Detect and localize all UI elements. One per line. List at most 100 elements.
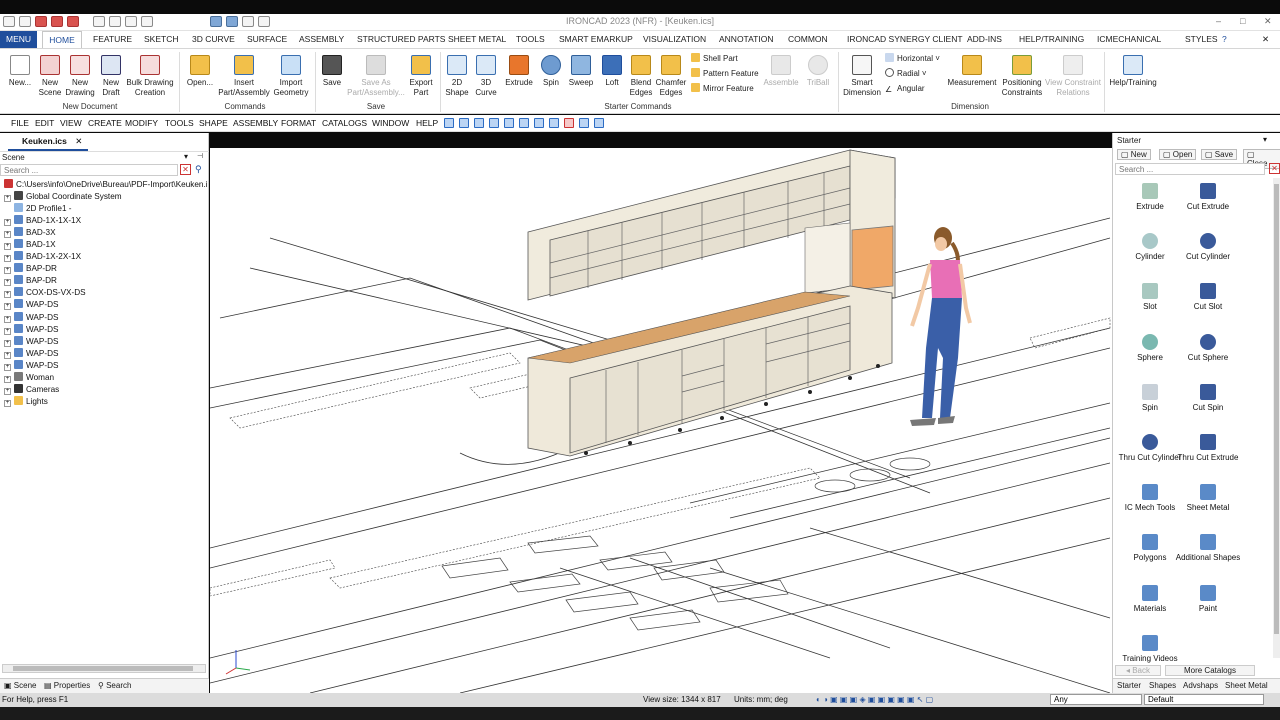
menu-modify[interactable]: MODIFY	[125, 118, 158, 128]
highlighted-panel[interactable]	[851, 225, 894, 291]
tab-add-ins[interactable]: ADD-INS	[967, 31, 1002, 48]
insert-part-assembly-button[interactable]: Insert Part/Assembly	[218, 55, 270, 97]
tab-common[interactable]: COMMON	[788, 31, 828, 48]
tab-surface[interactable]: SURFACE	[247, 31, 287, 48]
open-button[interactable]: Open...	[184, 55, 216, 88]
expand-icon[interactable]: +	[4, 363, 11, 371]
tree-item[interactable]: + COX-DS-VX-DS	[4, 287, 86, 299]
expand-icon[interactable]: +	[4, 195, 11, 202]
view-bottom-icon[interactable]	[534, 118, 544, 128]
tree-item[interactable]: + BAD-1X	[4, 239, 56, 251]
pin-icon[interactable]: ⊣	[197, 152, 203, 160]
view-left-icon[interactable]	[489, 118, 499, 128]
tree-item[interactable]: + BAP-DR	[4, 275, 57, 287]
new-drawing-button[interactable]: New Drawing	[64, 55, 96, 97]
tab-smart-emarkup[interactable]: SMART EMARKUP	[559, 31, 633, 48]
pattern-feature-button[interactable]: Pattern Feature	[691, 68, 759, 80]
woman-figure[interactable]	[910, 227, 972, 426]
tab-help-training[interactable]: HELP/TRAINING	[1019, 31, 1084, 48]
catalog-new-button[interactable]: ▢ New	[1117, 149, 1151, 160]
help-icon[interactable]: ?	[1222, 31, 1227, 48]
mirror-feature-button[interactable]: Mirror Feature	[691, 83, 754, 95]
close-tab-icon[interactable]: ✕	[75, 136, 82, 146]
tree-item[interactable]: + WAP-DS	[4, 311, 58, 324]
horizontal-scrollbar[interactable]	[2, 664, 206, 673]
angular-dimension-button[interactable]: ∠ Angular	[885, 83, 925, 95]
tab-search[interactable]: ⚲ Search	[98, 681, 131, 690]
menu-edit[interactable]: EDIT	[35, 118, 54, 128]
tab-assembly[interactable]: ASSEMBLY	[299, 31, 344, 48]
expand-icon[interactable]: +	[4, 327, 11, 335]
tree-item[interactable]: + WAP-DS	[4, 335, 58, 348]
new-button[interactable]: New...	[4, 55, 36, 88]
new-draft-button[interactable]: New Draft	[97, 55, 125, 97]
tab-sheet-metal-catalog[interactable]: Sheet Metal	[1225, 681, 1268, 690]
tab-sketch[interactable]: SKETCH	[144, 31, 178, 48]
extrude-button[interactable]: Extrude	[503, 55, 535, 88]
catalog-item[interactable]: Sheet Metal	[1173, 484, 1243, 513]
tree-item[interactable]: + Woman	[4, 371, 54, 384]
expand-icon[interactable]: +	[4, 243, 11, 251]
tree-root[interactable]: C:\Users\info\OneDrive\Bureau\PDF-Import…	[4, 179, 208, 191]
tab-3d-curve[interactable]: 3D CURVE	[192, 31, 235, 48]
menu-window[interactable]: WINDOW	[372, 118, 409, 128]
minimize-button[interactable]: –	[1216, 16, 1221, 26]
save-button[interactable]: Save	[319, 55, 345, 88]
tree-item[interactable]: + WAP-DS	[4, 299, 58, 311]
expand-icon[interactable]: +	[4, 279, 11, 287]
view-right-icon[interactable]	[504, 118, 514, 128]
view-back-icon[interactable]	[474, 118, 484, 128]
import-geometry-button[interactable]: Import Geometry	[270, 55, 312, 97]
menu-tools[interactable]: TOOLS	[165, 118, 194, 128]
tab-shapes[interactable]: Shapes	[1149, 681, 1176, 690]
catalog-dropdown-icon[interactable]: ▾	[1263, 135, 1267, 144]
view-fit-icon[interactable]	[594, 118, 604, 128]
view-normal-icon[interactable]	[549, 118, 559, 128]
chamfer-edges-button[interactable]: Chamfer Edges	[655, 55, 687, 97]
catalog-back-button[interactable]: ◂ Back	[1115, 665, 1161, 676]
view-section-icon[interactable]	[564, 118, 574, 128]
close-button[interactable]: ✕	[1264, 16, 1272, 27]
expand-icon[interactable]: +	[4, 219, 11, 227]
catalog-scrollbar-thumb[interactable]	[1274, 184, 1279, 634]
expand-icon[interactable]: +	[4, 267, 11, 275]
2d-shape-button[interactable]: 2D Shape	[443, 55, 471, 97]
expand-icon[interactable]: +	[4, 375, 11, 383]
expand-icon[interactable]: +	[4, 315, 11, 323]
tab-advshaps[interactable]: Advshaps	[1183, 681, 1218, 690]
status-tool-icons[interactable]: ◐ ◑ ▣ ▣ ▣ ◈ ▣ ▣ ▣ ▣ ▣ ↖ ▢	[816, 695, 933, 704]
tab-properties[interactable]: ▤ Properties	[44, 681, 90, 690]
tab-tools[interactable]: TOOLS	[516, 31, 545, 48]
clear-catalog-search-icon[interactable]: ✕	[1269, 163, 1280, 174]
tree-item[interactable]: + WAP-DS	[4, 347, 58, 360]
upper-cabinets[interactable]	[527, 149, 896, 301]
help-training-button[interactable]: Help/Training	[1107, 55, 1159, 88]
tab-menu[interactable]: MENU	[0, 31, 37, 48]
expand-icon[interactable]: +	[4, 303, 11, 311]
menu-file[interactable]: FILE	[11, 118, 29, 128]
tree-item[interactable]: + Lights	[4, 395, 48, 408]
selection-filter-select[interactable]	[1050, 694, 1142, 705]
tree-item[interactable]: + Cameras	[4, 383, 59, 396]
new-scene-button[interactable]: New Scene	[36, 55, 64, 97]
catalog-item[interactable]: Cut Spin	[1173, 383, 1243, 413]
catalog-item[interactable]: Cut Sphere	[1173, 333, 1243, 363]
tree-item[interactable]: +2D Profile1 -	[4, 203, 72, 215]
3d-curve-button[interactable]: 3D Curve	[472, 55, 500, 97]
measurement-button[interactable]: Measurement	[946, 55, 998, 88]
tree-item[interactable]: + BAD-3X	[4, 227, 56, 239]
base-cabinets[interactable]	[527, 285, 893, 457]
positioning-constraints-button[interactable]: Positioning Constraints	[1000, 55, 1044, 97]
blend-edges-button[interactable]: Blend Edges	[627, 55, 655, 97]
catalog-open-button[interactable]: ▢ Open	[1159, 149, 1197, 160]
horizontal-dimension-button[interactable]: Horizontal ˅	[885, 53, 940, 65]
clear-search-icon[interactable]: ✕	[180, 164, 191, 175]
menu-view[interactable]: VIEW	[60, 118, 82, 128]
tab-structured-parts[interactable]: STRUCTURED PARTS	[357, 31, 445, 48]
expand-icon[interactable]: +	[4, 231, 11, 239]
more-catalogs-button[interactable]: More Catalogs	[1165, 665, 1255, 676]
catalog-item[interactable]: Thru Cut Extrude	[1173, 434, 1243, 463]
expand-icon[interactable]: +	[4, 399, 11, 407]
tab-home[interactable]: HOME	[42, 31, 82, 48]
menu-assembly[interactable]: ASSEMBLY	[233, 118, 278, 128]
